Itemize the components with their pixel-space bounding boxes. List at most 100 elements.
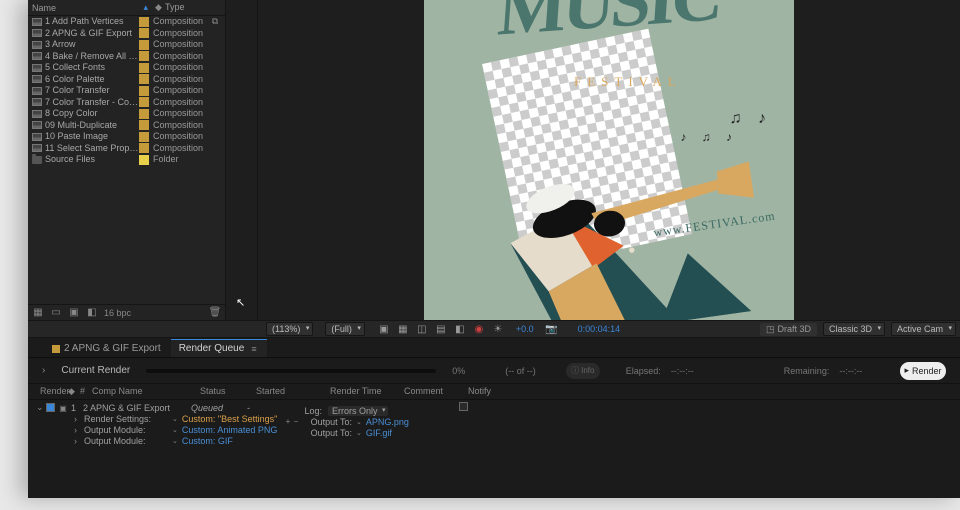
project-item[interactable]: 8 Copy ColorComposition [28, 108, 225, 120]
guides-icon[interactable]: ▤ [434, 322, 448, 336]
col-render-time[interactable]: Render Time [326, 386, 400, 397]
label-color-icon[interactable] [139, 143, 149, 153]
twirl-open-icon[interactable]: ⌄ [36, 402, 46, 413]
project-columns-header[interactable]: Name ▴ ◆ Type [28, 0, 225, 16]
label-color-icon[interactable] [139, 155, 149, 165]
timecode[interactable]: 0:00:04:14 [578, 324, 621, 334]
adjust-icon[interactable]: ◧ [86, 307, 98, 319]
camera-dropdown[interactable]: Active Cam [891, 322, 956, 336]
remove-output-icon[interactable]: − [292, 418, 300, 426]
label-color-icon[interactable] [139, 40, 149, 50]
project-item[interactable]: 3 ArrowComposition [28, 39, 225, 51]
label-color-icon[interactable] [139, 120, 149, 130]
info-toggle[interactable]: ⓘ Info [566, 363, 600, 379]
col-comment[interactable]: Comment [400, 386, 464, 397]
chevron-down-icon[interactable]: ⌄ [356, 418, 362, 426]
exposure-value[interactable]: +0.0 [516, 324, 534, 334]
queue-item-row[interactable]: ⌄ ▣ 1 2 APNG & GIF Export Queued - [28, 402, 960, 413]
label-color-icon[interactable] [139, 74, 149, 84]
label-color-icon[interactable] [139, 63, 149, 73]
exposure-reset-icon[interactable]: ☀ [491, 322, 505, 336]
transparency-icon[interactable]: ▦ [396, 322, 410, 336]
col-label-icon[interactable]: ◆ [64, 386, 76, 397]
elapsed-label: Elapsed: [626, 366, 661, 376]
project-item[interactable]: 2 APNG & GIF ExportComposition [28, 28, 225, 40]
project-footer: ▦ ▭ ▣ ◧ 16 bpc 🗑 [28, 304, 225, 320]
twirl-icon[interactable]: › [74, 436, 84, 446]
label-color-icon[interactable] [139, 28, 149, 38]
project-item[interactable]: 6 Color PaletteComposition [28, 74, 225, 86]
trash-icon[interactable]: 🗑 [209, 307, 221, 319]
new-comp-icon[interactable]: ▣ [68, 307, 80, 319]
project-item-list[interactable]: 1 Add Path VerticesComposition⧉2 APNG & … [28, 16, 225, 304]
col-started[interactable]: Started [252, 386, 326, 397]
channels-icon[interactable]: ◧ [453, 322, 467, 336]
project-item[interactable]: 7 Color TransferComposition [28, 85, 225, 97]
label-color-icon[interactable] [139, 17, 149, 27]
progress-bar [146, 369, 436, 373]
project-item[interactable]: 7 Color Transfer - CompositingCompositio… [28, 97, 225, 109]
draft-3d-toggle[interactable]: ◳Draft 3D [760, 323, 817, 336]
twirl-icon[interactable]: › [74, 414, 84, 424]
output-to-label: Output To: [300, 417, 352, 427]
artwork-subtitle: FESTIVAL [574, 74, 682, 90]
label-color-icon[interactable] [139, 51, 149, 61]
label-color-icon[interactable] [139, 97, 149, 107]
output-to-2[interactable]: GIF.gif [366, 428, 392, 438]
column-type[interactable]: Type [165, 2, 221, 13]
col-status[interactable]: Status [196, 386, 252, 397]
chevron-down-icon[interactable]: ⌄ [356, 429, 362, 437]
render-button[interactable]: ▸ Render [900, 362, 946, 380]
project-item-type: Composition [153, 39, 209, 50]
label-color-icon[interactable] [139, 132, 149, 142]
project-item[interactable]: 10 Paste ImageComposition [28, 131, 225, 143]
project-item[interactable]: Source FilesFolder [28, 154, 225, 166]
add-output-icon[interactable]: + [284, 418, 292, 426]
resolution-dropdown[interactable]: (Full) [325, 322, 365, 336]
label-column-icon[interactable]: ◆ [155, 2, 165, 13]
notify-checkbox[interactable] [459, 402, 468, 411]
mask-icon[interactable]: ◫ [415, 322, 429, 336]
col-num[interactable]: # [76, 386, 88, 397]
project-item[interactable]: 5 Collect FontsComposition [28, 62, 225, 74]
project-item-name: 4 Bake / Remove All Expressions [45, 51, 139, 62]
col-render[interactable]: Render [36, 386, 64, 397]
output-module-2[interactable]: Custom: GIF [182, 436, 233, 446]
composition-viewer[interactable]: MUSIC FESTIVAL ♫ ♪ ♪ ♫ ♪ www.FESTIVAL.co… [258, 0, 960, 320]
interpret-icon[interactable]: ▦ [32, 307, 44, 319]
zoom-dropdown[interactable]: (113%) [266, 322, 313, 336]
color-mgmt-icon[interactable]: ◉ [472, 322, 486, 336]
column-name[interactable]: Name [32, 3, 56, 13]
render-checkbox[interactable] [46, 403, 55, 412]
snapshot-icon[interactable]: 📷 [545, 322, 559, 336]
renderer-dropdown[interactable]: Classic 3D [823, 322, 885, 336]
panel-menu-icon[interactable]: ≡ [251, 344, 256, 354]
output-module-1[interactable]: Custom: Animated PNG [182, 425, 278, 435]
log-dropdown[interactable]: Errors Only [328, 406, 388, 416]
roi-icon[interactable]: ▣ [377, 322, 391, 336]
panel-divider[interactable]: ↖ [226, 0, 258, 320]
project-item-type: Composition [153, 131, 209, 142]
twirl-icon[interactable]: › [74, 425, 84, 435]
chevron-down-icon[interactable]: ⌄ [172, 426, 178, 434]
label-color-icon[interactable] [139, 109, 149, 119]
col-comp[interactable]: Comp Name [88, 386, 196, 397]
label-color-icon[interactable] [139, 86, 149, 96]
sort-asc-icon[interactable]: ▴ [143, 2, 148, 13]
col-notify[interactable]: Notify [464, 386, 504, 397]
flowchart-icon[interactable]: ⧉ [209, 16, 221, 27]
new-folder-icon[interactable]: ▭ [50, 307, 62, 319]
tab-composition[interactable]: 2 APNG & GIF Export [44, 339, 171, 357]
project-item[interactable]: 11 Select Same PropertiesComposition [28, 143, 225, 155]
chevron-down-icon[interactable]: ⌄ [172, 415, 178, 423]
project-item[interactable]: 09 Multi-DuplicateComposition [28, 120, 225, 132]
tab-render-queue[interactable]: Render Queue ≡ [171, 339, 267, 357]
output-to-1[interactable]: APNG.png [366, 417, 409, 427]
project-bpc[interactable]: 16 bpc [104, 308, 131, 318]
project-item[interactable]: 1 Add Path VerticesComposition⧉ [28, 16, 225, 28]
progress-frames: (-- of --) [505, 366, 536, 376]
chevron-down-icon[interactable]: ⌄ [172, 437, 178, 445]
project-item[interactable]: 4 Bake / Remove All ExpressionsCompositi… [28, 51, 225, 63]
twirl-icon[interactable]: › [42, 365, 45, 376]
render-settings-value[interactable]: Custom: "Best Settings" [182, 414, 277, 424]
